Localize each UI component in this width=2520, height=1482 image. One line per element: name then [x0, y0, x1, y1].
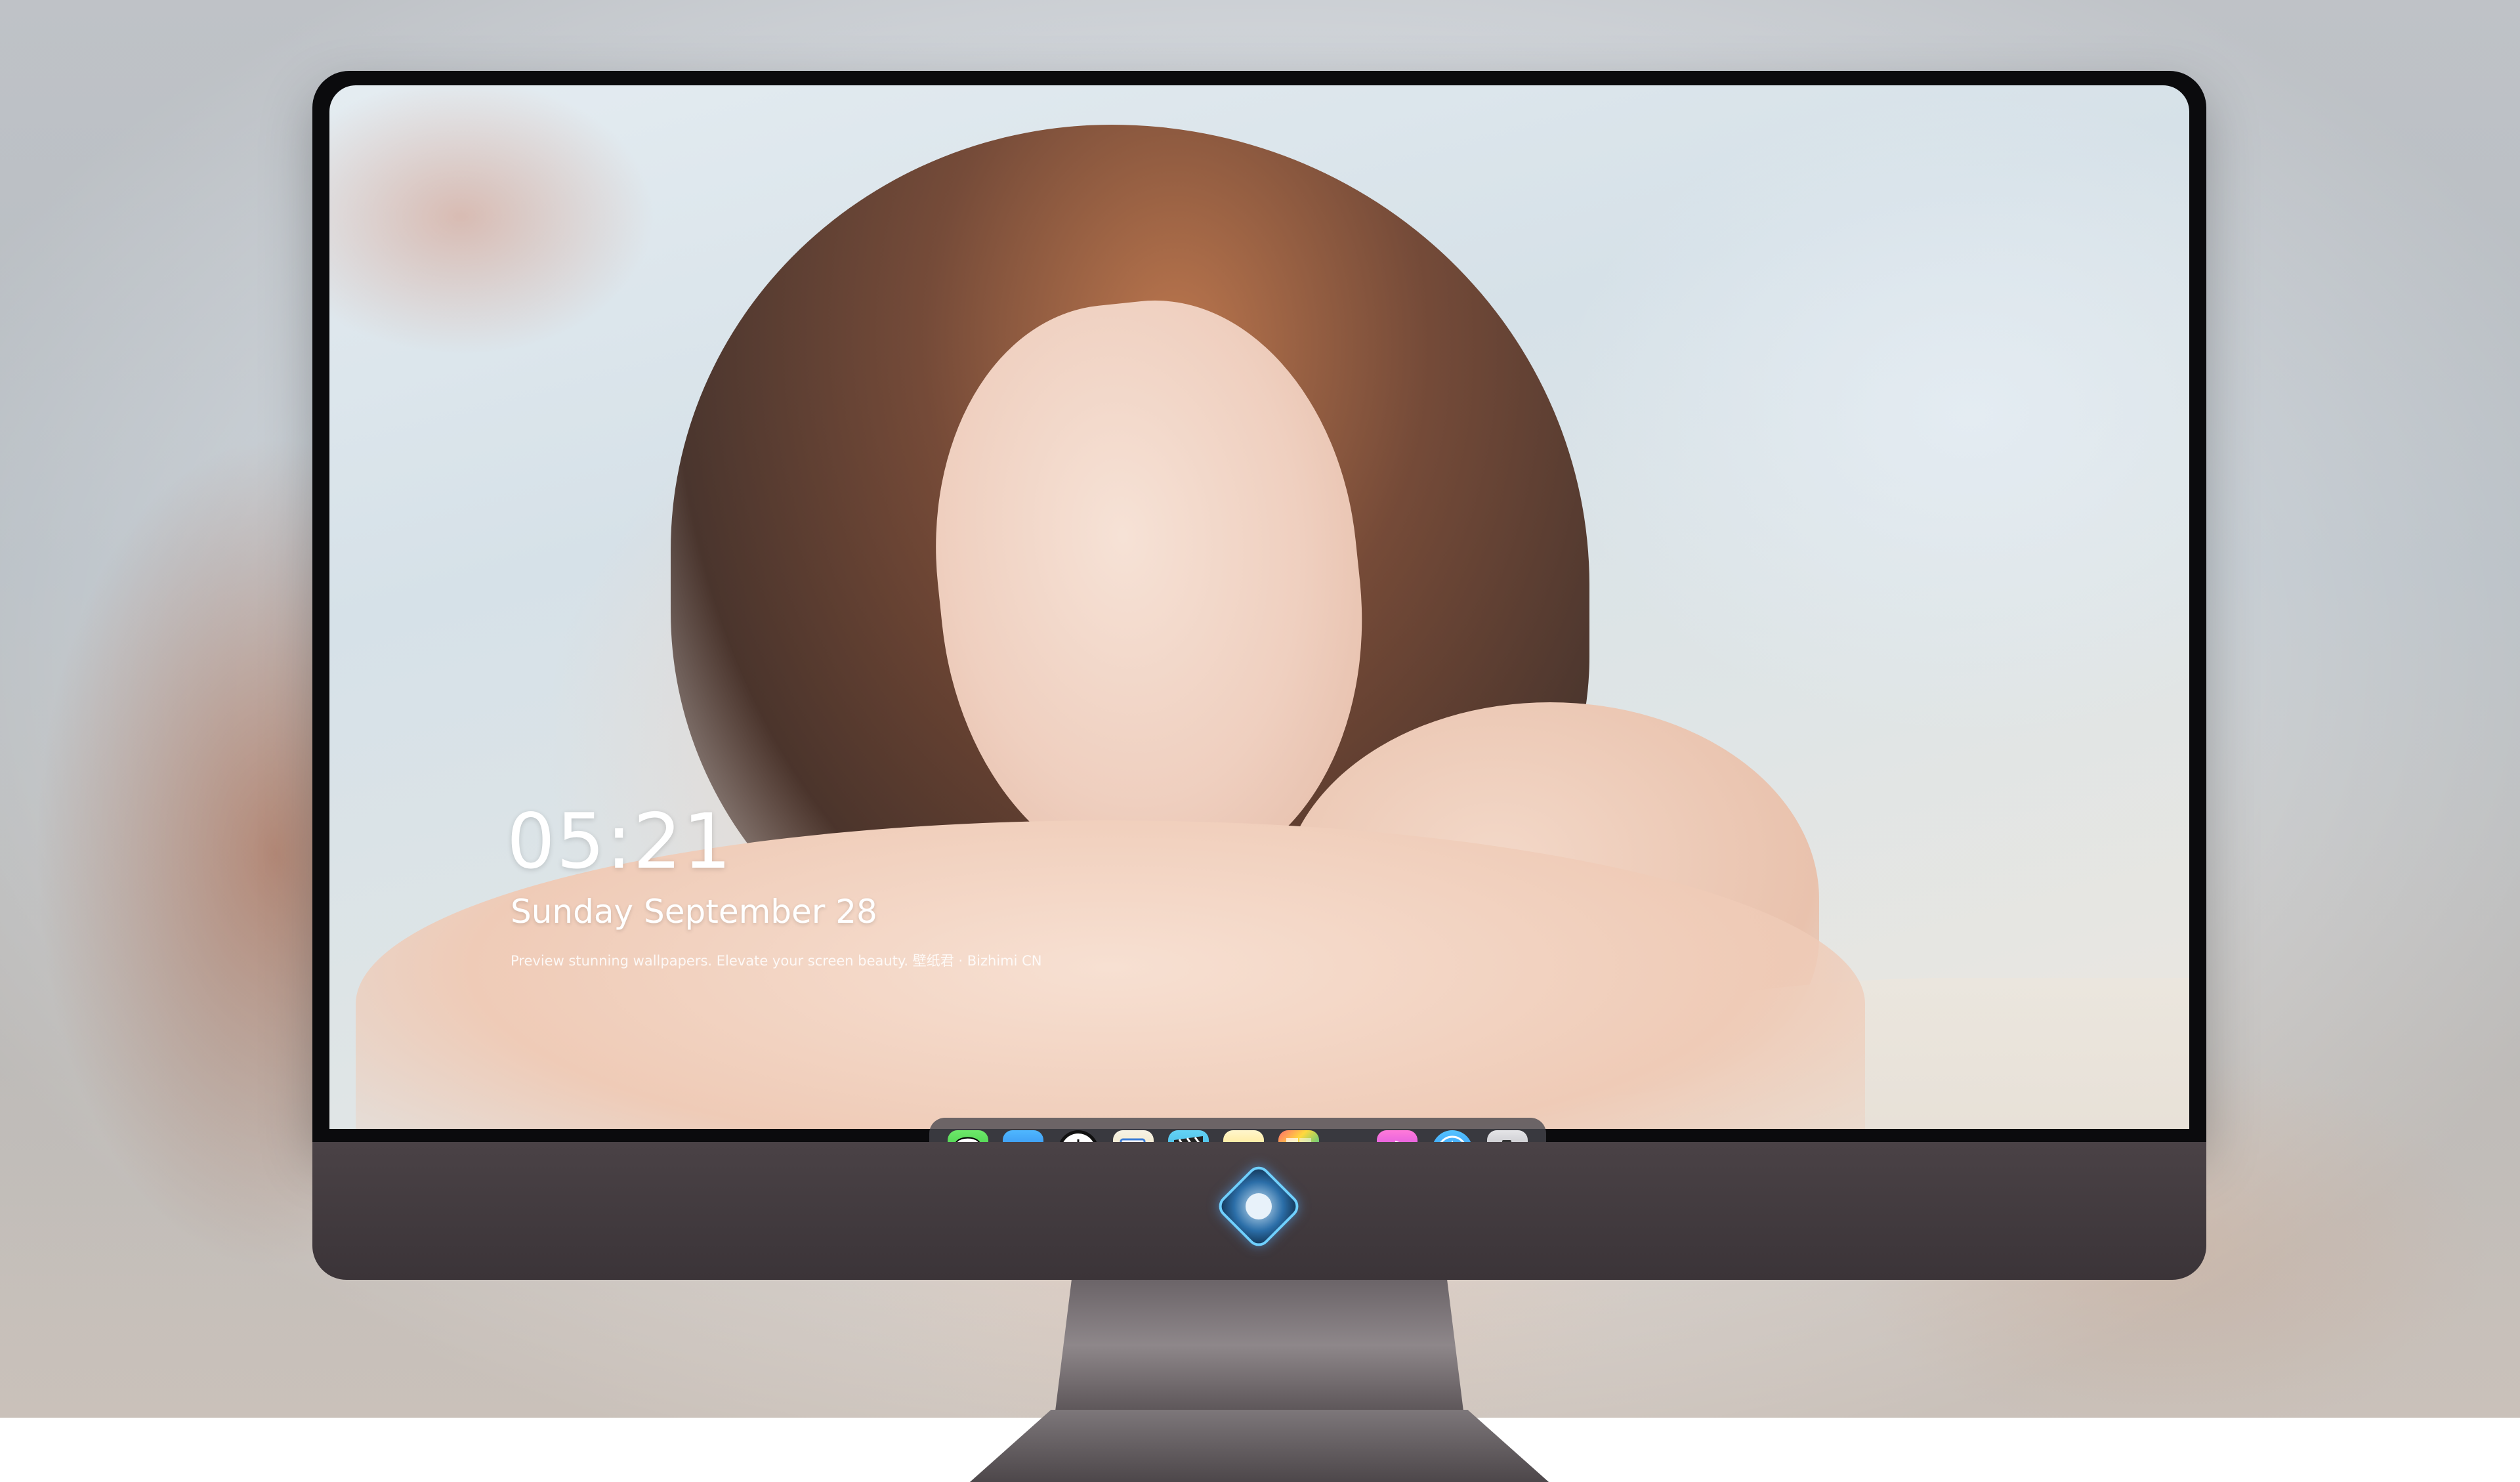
- monitor-stand-neck: [1055, 1280, 1463, 1411]
- monitor-stand-base: [970, 1410, 1549, 1482]
- logo-mascot-icon: [1246, 1193, 1272, 1219]
- lockscreen-clock: 05:21: [507, 797, 733, 886]
- screen-wallpaper: 05:21 Sunday September 28 Preview stunni…: [329, 85, 2189, 1129]
- monitor: 05:21 Sunday September 28 Preview stunni…: [312, 71, 2206, 1482]
- monitor-bezel: 05:21 Sunday September 28 Preview stunni…: [312, 71, 2206, 1183]
- lockscreen-date: Sunday September 28: [511, 893, 877, 931]
- wallpaper-caption: Preview stunning wallpapers. Elevate you…: [511, 953, 1042, 969]
